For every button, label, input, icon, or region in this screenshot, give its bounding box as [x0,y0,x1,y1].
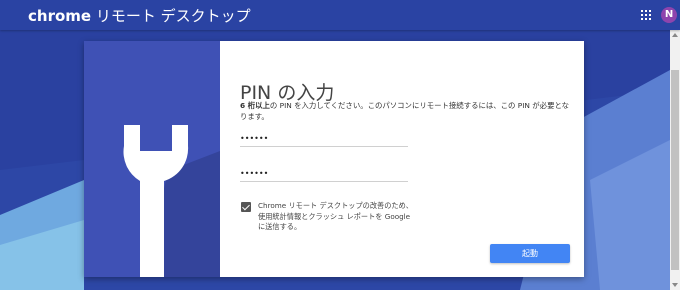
apps-grid-icon[interactable] [641,10,651,20]
avatar[interactable]: N [661,7,677,23]
scrollbar-thumb[interactable] [671,70,679,270]
app-title: chrome リモート デスクトップ [28,5,251,26]
scroll-down-icon[interactable] [672,283,678,287]
pin-input[interactable] [240,130,408,147]
pin-dialog: PIN の入力 6 桁以上の PIN を入力してください。このパソコンにリモート… [84,41,584,277]
pin-instructions: 6 桁以上の PIN を入力してください。このパソコンにリモート接続するには、こ… [240,101,576,122]
illustration-panel [84,41,220,277]
usage-stats-checkbox[interactable] [241,202,251,212]
brand-name: chrome [28,7,92,25]
vertical-scrollbar[interactable] [670,30,680,290]
pin-length-requirement: 6 桁以上 [240,101,270,110]
pin-confirm-input[interactable] [240,165,408,182]
app-header: chrome リモート デスクトップ N [0,0,680,30]
pin-instructions-text: の PIN を入力してください。このパソコンにリモート接続するには、この PIN… [240,101,570,121]
dialog-content: PIN の入力 6 桁以上の PIN を入力してください。このパソコンにリモート… [240,41,576,277]
wrench-icon [123,125,220,277]
scroll-up-icon[interactable] [672,33,678,37]
usage-stats-label: Chrome リモート デスクトップの改善のため、使用統計情報とクラッシュ レポ… [258,201,413,231]
start-button[interactable]: 起動 [490,244,570,263]
product-name: リモート デスクトップ [95,7,251,25]
